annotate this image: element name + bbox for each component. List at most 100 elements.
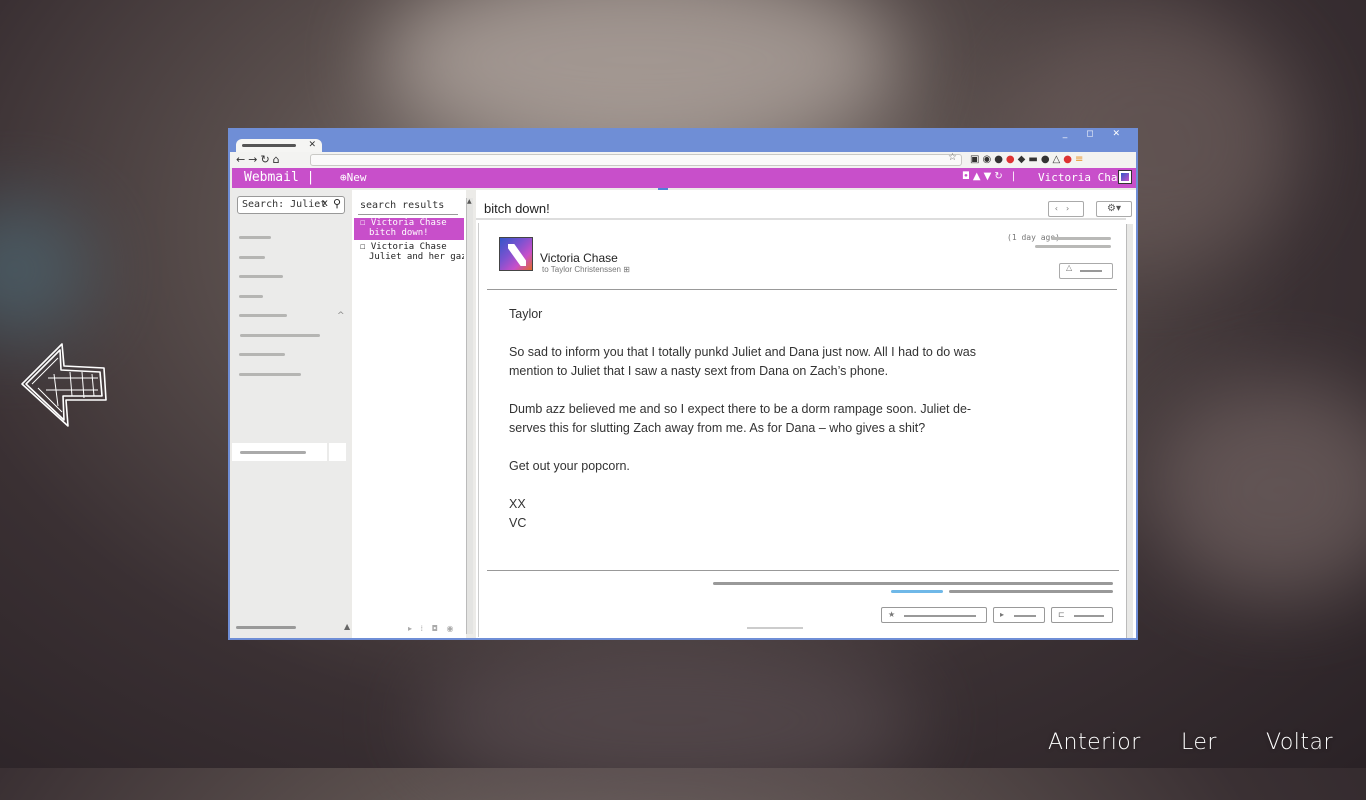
folder-action[interactable] xyxy=(329,443,346,461)
window-controls[interactable]: _ ◻ ✕ xyxy=(1063,130,1128,139)
search-results: search results ☐ Victoria Chase bitch do… xyxy=(352,190,466,638)
browser-window: ✕ _ ◻ ✕ ←→↻⌂ ☆ ▣◉●●◆▬●△●≡ Webmail | ⊕New… xyxy=(228,128,1138,640)
menu-icon: ≡ xyxy=(1074,154,1087,165)
extension-icon: △ xyxy=(1052,154,1064,165)
webmail-header: Webmail | ⊕New ◘▲▼↻ | Victoria Chase xyxy=(232,168,1136,188)
refresh-icon: ↻ xyxy=(994,171,1006,182)
clear-search-icon[interactable]: x xyxy=(322,198,328,209)
body-line: mention to Juliet that I saw a nasty sex… xyxy=(509,364,889,378)
archive-button[interactable]: ⊏ xyxy=(1051,607,1113,623)
divider xyxy=(487,289,1117,290)
divider xyxy=(476,218,1126,220)
extension-icons[interactable]: ▣◉●●◆▬●△●≡ xyxy=(970,153,1086,167)
folder-item[interactable] xyxy=(239,256,265,259)
results-toolbar-icons[interactable]: ▸ ⁞ ◘ ◉ xyxy=(408,624,457,633)
footer-scribble xyxy=(747,627,803,629)
notification-icon: ◘ xyxy=(962,171,973,182)
folder-item[interactable] xyxy=(239,373,301,376)
reload-icon[interactable]: ↻ xyxy=(260,153,272,166)
folder-item[interactable] xyxy=(239,275,283,278)
divider xyxy=(487,570,1119,571)
extension-icon: ◆ xyxy=(1017,154,1029,165)
pager-buttons[interactable]: ‹› xyxy=(1048,201,1084,217)
star-button[interactable]: ★ xyxy=(881,607,987,623)
result-item[interactable]: ☐ Victoria Chase bitch down! xyxy=(354,218,464,240)
result-subject: bitch down! xyxy=(369,228,429,238)
result-subject: Juliet and her gazette... xyxy=(369,252,464,262)
tab-close-icon[interactable]: ✕ xyxy=(308,139,316,151)
body-line: serves this for slutting Zach away from … xyxy=(509,421,926,435)
result-item[interactable]: ☐ Victoria Chase Juliet and her gazette.… xyxy=(354,242,464,264)
extension-icon: ● xyxy=(994,154,1006,165)
title-bar: ✕ _ ◻ ✕ xyxy=(230,130,1136,152)
settings-gear-icon[interactable]: ⚙▾ xyxy=(1096,201,1132,217)
folder-item[interactable] xyxy=(239,353,285,356)
divider xyxy=(358,214,458,215)
body-line: So sad to inform you that I totally punk… xyxy=(509,345,976,359)
recipient: to Taylor Christenssen ⊞ xyxy=(542,265,630,274)
back-icon[interactable]: ← xyxy=(236,153,248,166)
folder-item[interactable] xyxy=(239,236,271,239)
footer-link[interactable] xyxy=(891,590,943,593)
collapse-icon[interactable]: ▲ xyxy=(344,622,350,631)
body-line: Dumb azz believed me and so I expect the… xyxy=(509,402,972,416)
footer-scribble xyxy=(949,590,1113,593)
header-scribble xyxy=(1035,245,1111,248)
search-input[interactable]: Search: Juliet xyxy=(237,196,345,214)
reply-button[interactable] xyxy=(1059,263,1113,279)
body-line: Taylor xyxy=(509,307,543,321)
read-button[interactable]: Ler xyxy=(1181,730,1217,755)
message-body: Taylor So sad to inform you that I total… xyxy=(509,305,1009,552)
sidebar-footer xyxy=(236,626,296,629)
folder-sidebar: Search: Juliet x ⚲ ^ ▲ xyxy=(232,190,350,638)
scroll-up-icon[interactable]: ▲ xyxy=(467,198,472,205)
background-blur xyxy=(420,640,920,800)
folder-item-label xyxy=(240,451,306,454)
back-arrow-icon[interactable] xyxy=(18,338,110,430)
extension-icon: ● xyxy=(1005,154,1018,165)
background-blur xyxy=(1150,380,1366,600)
folder-item[interactable] xyxy=(240,334,320,337)
forward-icon[interactable]: → xyxy=(248,153,260,166)
message-card: Victoria Chase to Taylor Christenssen ⊞ … xyxy=(478,223,1127,637)
results-header: search results xyxy=(360,200,445,211)
browser-tab[interactable]: ✕ xyxy=(236,139,322,152)
folder-item[interactable] xyxy=(239,295,263,298)
webmail-logo: Webmail | xyxy=(244,170,315,185)
browser-toolbar: ←→↻⌂ ☆ ▣◉●●◆▬●△●≡ xyxy=(230,152,1136,168)
extension-icon: ▬ xyxy=(1028,154,1041,165)
chevron-up-icon[interactable]: ^ xyxy=(337,311,345,321)
search-icon[interactable]: ⚲ xyxy=(333,197,341,210)
tab-title xyxy=(242,144,296,147)
home-icon[interactable]: ⌂ xyxy=(273,153,283,166)
background-blur xyxy=(0,200,90,340)
back-button[interactable]: Voltar xyxy=(1266,730,1333,755)
extension-icon: ◉ xyxy=(982,154,995,165)
header-icons[interactable]: ◘▲▼↻ | xyxy=(962,171,1018,182)
mail-subject: bitch down! xyxy=(484,201,550,216)
results-scrollbar[interactable] xyxy=(466,198,473,634)
folder-item[interactable] xyxy=(239,314,287,317)
arrow-up-icon: ▲ xyxy=(972,171,984,182)
forward-button[interactable]: ▸ xyxy=(993,607,1045,623)
sender-avatar xyxy=(499,237,533,271)
user-avatar[interactable] xyxy=(1118,170,1132,184)
nav-buttons[interactable]: ←→↻⌂ xyxy=(236,153,283,167)
extension-icon: ▣ xyxy=(970,154,983,165)
new-mail-button[interactable]: ⊕New xyxy=(340,171,367,184)
arrow-down-icon: ▼ xyxy=(983,171,995,182)
body-line: Get out your popcorn. xyxy=(509,459,630,473)
user-name[interactable]: Victoria Chase xyxy=(1038,171,1131,184)
mail-scrollbar[interactable] xyxy=(1126,224,1133,638)
address-bar[interactable]: ☆ xyxy=(310,152,962,166)
extension-icon: ● xyxy=(1063,154,1075,165)
sender-name[interactable]: Victoria Chase xyxy=(540,251,618,265)
bookmark-star-icon[interactable]: ☆ xyxy=(948,152,957,163)
header-scribble xyxy=(1051,237,1111,240)
result-sender: ☐ Victoria Chase xyxy=(360,218,447,228)
previous-button[interactable]: Anterior xyxy=(1048,730,1141,755)
result-sender: ☐ Victoria Chase xyxy=(360,242,447,252)
body-line: VC xyxy=(509,516,527,530)
footer-scribble xyxy=(713,582,1113,585)
body-line: XX xyxy=(509,497,526,511)
